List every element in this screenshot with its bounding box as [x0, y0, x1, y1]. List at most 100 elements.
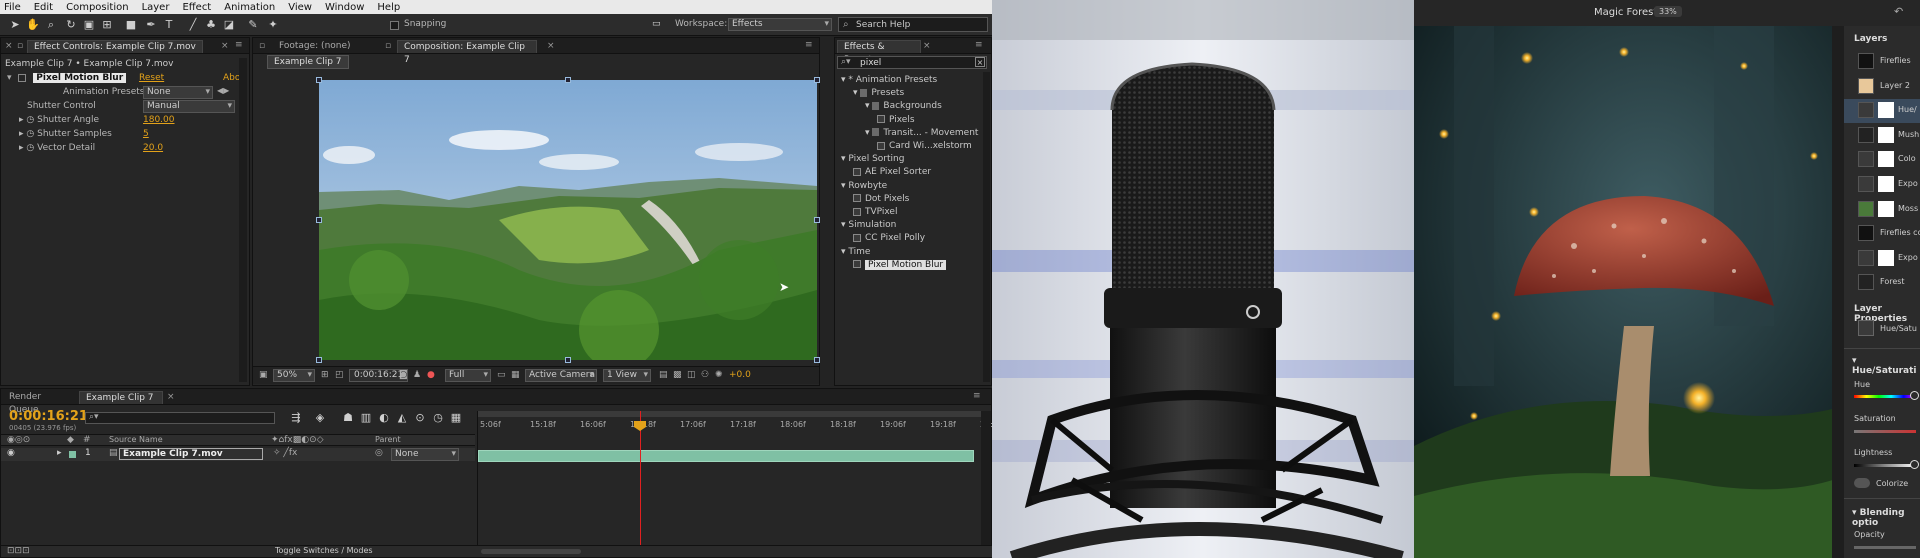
magnification-icon[interactable]: ▣	[259, 370, 268, 380]
close-icon[interactable]: ×	[167, 392, 175, 402]
effects-tree-item[interactable]: Pixel Motion Blur	[853, 259, 947, 271]
effect-name[interactable]: Pixel Motion Blur	[33, 73, 127, 83]
layer-row[interactable]: Moss	[1844, 198, 1920, 222]
parent-dropdown[interactable]: None	[391, 448, 459, 461]
color-channels-icon[interactable]: ●	[427, 370, 435, 380]
resolution-dropdown[interactable]: Full	[445, 369, 491, 382]
reset-exposure-icon[interactable]: ✺	[715, 370, 723, 380]
effects-tree-item[interactable]: CC Pixel Polly	[853, 232, 925, 244]
transform-handle[interactable]	[565, 77, 571, 83]
frame-blending-icon[interactable]: ▥	[359, 411, 373, 425]
chevron-down-icon[interactable]: ▾	[1852, 508, 1857, 518]
fx-icon[interactable]	[18, 73, 27, 82]
menu-item-file[interactable]: File	[4, 2, 21, 13]
shutter-angle-value[interactable]: 180.00	[143, 114, 175, 126]
reset-link[interactable]: Reset	[139, 72, 164, 84]
footer-toggles-icon[interactable]: ⊡⊡⊡	[7, 546, 30, 556]
twirl-right-icon[interactable]: ▸	[57, 448, 62, 458]
draft-3d-icon[interactable]: ◈	[313, 411, 327, 425]
camera-dropdown[interactable]: Active Camera	[525, 369, 597, 382]
layer-row[interactable]: ◉ ▸ 1 ▤ Example Clip 7.mov ✧ ╱fx ◎ None	[1, 448, 475, 461]
transform-handle[interactable]	[814, 217, 820, 223]
effects-tree-item[interactable]: ▾ * Animation Presets	[841, 74, 937, 86]
effects-tree-item[interactable]: AE Pixel Sorter	[853, 166, 931, 178]
rectangle-tool-icon[interactable]: ■	[124, 18, 138, 32]
lightness-slider-thumb[interactable]	[1910, 460, 1919, 469]
effect-controls-scrollbar[interactable]	[239, 58, 247, 382]
transform-handle[interactable]	[814, 77, 820, 83]
zoom-level[interactable]: 33%	[1654, 6, 1682, 17]
flowchart-icon[interactable]: ⚇	[701, 370, 709, 380]
timer-icon[interactable]: ◷	[431, 411, 445, 425]
lock-icon[interactable]: ▫	[259, 41, 265, 51]
camera-tool-icon[interactable]: ▣	[82, 18, 96, 32]
menu-item-layer[interactable]: Layer	[142, 2, 170, 13]
saturation-slider-track[interactable]	[1854, 430, 1916, 433]
clone-stamp-tool-icon[interactable]: ♣	[204, 18, 218, 32]
effects-tree-item[interactable]: Dot Pixels	[853, 193, 909, 205]
shy-layers-icon[interactable]: ☗	[341, 411, 355, 425]
zoom-dropdown[interactable]: 50%	[273, 369, 315, 382]
layer-row[interactable]: Layer 2	[1844, 75, 1920, 99]
shutter-control-dropdown[interactable]: Manual	[143, 100, 235, 113]
effects-tree-item[interactable]: ▾ Simulation	[841, 219, 896, 231]
colorize-toggle[interactable]	[1854, 478, 1870, 488]
exposure-value[interactable]: +0.0	[729, 370, 751, 380]
close-icon[interactable]: ×	[923, 41, 931, 51]
hue-slider-thumb[interactable]	[1910, 391, 1919, 400]
puppet-tool-icon[interactable]: ✦	[266, 18, 280, 32]
about-link[interactable]: Abo	[223, 72, 240, 84]
snapshot-icon[interactable]: ◙	[399, 370, 408, 380]
effects-scrollbar[interactable]	[983, 72, 990, 382]
lock-icon[interactable]: ▫	[385, 41, 391, 51]
layer-row[interactable]: Colo	[1844, 148, 1920, 172]
time-ruler[interactable]: 5:06f15:18f16:06f16:18f17:06f17:18f18:06…	[478, 420, 992, 432]
menu-item-composition[interactable]: Composition	[66, 2, 128, 13]
tab-effects-presets[interactable]: Effects & Presets	[837, 40, 921, 65]
toggle-switches-modes[interactable]: Toggle Switches / Modes	[275, 546, 373, 555]
comp-name-chip[interactable]: Example Clip 7	[267, 55, 349, 69]
comp-mini-flowchart-icon[interactable]: ⇶	[289, 411, 303, 425]
transform-handle[interactable]	[316, 217, 322, 223]
zoom-slider[interactable]	[481, 549, 581, 554]
shutter-samples-value[interactable]: 5	[143, 128, 149, 140]
chevron-down-icon[interactable]: ▾	[1852, 356, 1857, 366]
pickwhip-icon[interactable]: ◎	[375, 448, 383, 458]
stopwatch-icon[interactable]: ◷	[26, 143, 37, 153]
effects-tree-item[interactable]: Pixels	[877, 114, 915, 126]
timeline-icon[interactable]: ◫	[687, 370, 696, 380]
transform-handle[interactable]	[316, 357, 322, 363]
menu-item-animation[interactable]: Animation	[224, 2, 275, 13]
effects-tree-item[interactable]: ▾ Time	[841, 246, 870, 258]
menu-item-edit[interactable]: Edit	[34, 2, 53, 13]
hue-slider-track[interactable]	[1854, 395, 1916, 398]
tab-effect-controls[interactable]: Effect Controls: Example Clip 7.mov	[27, 40, 203, 53]
layer-switches-icon[interactable]: ✧ ╱fx	[273, 448, 297, 458]
brainstorm-icon[interactable]: ▦	[449, 411, 463, 425]
menu-item-help[interactable]: Help	[377, 2, 400, 13]
timeline-search-input[interactable]: ⌕▾	[85, 412, 275, 424]
timeline-timecode[interactable]: 0:00:16:21	[9, 409, 88, 424]
timeline-graph[interactable]: 5:06f15:18f16:06f16:18f17:06f17:18f18:06…	[477, 411, 992, 551]
layer-row[interactable]: Hue/	[1844, 99, 1920, 124]
fast-previews-icon[interactable]: ▩	[673, 370, 682, 380]
effects-tree-item[interactable]: TVPixel	[853, 206, 897, 218]
mask-toggle-icon[interactable]: ◰	[335, 370, 344, 380]
pen-tool-icon[interactable]: ✒	[144, 18, 158, 32]
layer-row[interactable]: Mush	[1844, 124, 1920, 148]
tab-render-queue[interactable]: Render Queue	[3, 391, 73, 415]
twirl-down-icon[interactable]: ▾	[865, 101, 872, 111]
timeline-scrollbar[interactable]	[981, 411, 991, 551]
twirl-down-icon[interactable]: ▾	[853, 88, 860, 98]
layer-label-color[interactable]	[69, 451, 76, 458]
layer-duration-bar[interactable]	[478, 450, 974, 462]
close-icon[interactable]: ×	[221, 41, 229, 51]
menu-item-window[interactable]: Window	[325, 2, 364, 13]
workspace-dropdown[interactable]: Effects	[728, 18, 832, 31]
transform-handle[interactable]	[316, 77, 322, 83]
close-icon[interactable]: ×	[5, 41, 13, 51]
view-layout-dropdown[interactable]: 1 View	[603, 369, 651, 382]
magic-forest-canvas[interactable]	[1414, 26, 1844, 558]
effects-tree-item[interactable]: ▾ Transit... - Movement	[865, 127, 978, 139]
layer-row[interactable]: Fireflies cop	[1844, 222, 1920, 246]
